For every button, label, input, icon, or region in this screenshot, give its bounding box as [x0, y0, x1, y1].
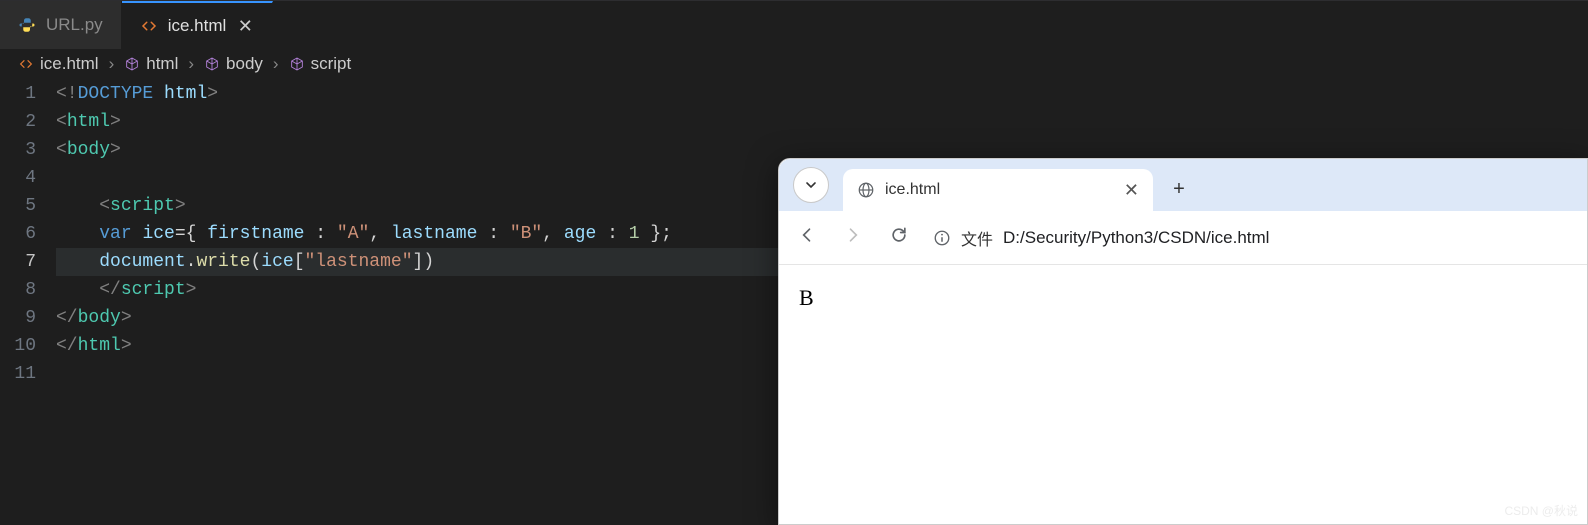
breadcrumb-label: ice.html [40, 54, 99, 74]
page-output: B [799, 285, 814, 310]
browser-viewport: B [779, 265, 1587, 331]
breadcrumb-item[interactable]: body [204, 54, 263, 74]
breadcrumb-label: script [311, 54, 352, 74]
arrow-left-icon [797, 225, 817, 245]
address-bar[interactable]: 文件 D:/Security/Python3/CSDN/ice.html [933, 226, 1571, 250]
editor-tabs: URL.py ice.html ✕ [0, 0, 1588, 48]
symbol-icon [204, 56, 220, 72]
forward-button[interactable] [841, 225, 865, 251]
watermark: CSDN @秋说 [1504, 502, 1578, 519]
address-scheme-label: 文件 [961, 226, 993, 250]
back-button[interactable] [795, 225, 819, 251]
reload-icon [889, 225, 909, 245]
line-number: 3 [0, 136, 36, 164]
code-line[interactable]: <!DOCTYPE html> [56, 80, 1588, 108]
globe-icon [857, 181, 875, 199]
line-number: 7 [0, 248, 36, 276]
arrow-right-icon [843, 225, 863, 245]
breadcrumb-item[interactable]: ice.html [18, 54, 99, 74]
browser-tab[interactable]: ice.html ✕ [843, 169, 1153, 211]
breadcrumb: ice.html › html › body › script [0, 48, 1588, 80]
code-icon [140, 17, 158, 35]
browser-tabstrip: ice.html ✕ + [779, 159, 1587, 211]
line-number: 2 [0, 108, 36, 136]
symbol-icon [124, 56, 140, 72]
browser-window: ice.html ✕ + 文件 D:/Security/Python3/CSDN… [778, 158, 1588, 525]
line-number: 6 [0, 220, 36, 248]
address-path: D:/Security/Python3/CSDN/ice.html [1003, 228, 1269, 248]
editor-tab[interactable]: ice.html ✕ [122, 1, 274, 49]
tab-close-button[interactable]: ✕ [1124, 180, 1139, 201]
line-number: 11 [0, 360, 36, 388]
chevron-right-icon: › [188, 54, 194, 74]
symbol-icon [289, 56, 305, 72]
line-number: 5 [0, 192, 36, 220]
reload-button[interactable] [887, 225, 911, 251]
chevron-down-icon [805, 179, 817, 191]
code-line[interactable]: <html> [56, 108, 1588, 136]
breadcrumb-label: body [226, 54, 263, 74]
breadcrumb-item[interactable]: script [289, 54, 352, 74]
browser-tab-title: ice.html [885, 181, 940, 199]
tab-search-button[interactable] [793, 167, 829, 203]
breadcrumb-label: html [146, 54, 178, 74]
line-number: 9 [0, 304, 36, 332]
line-gutter: 1234567891011 [0, 80, 56, 388]
line-number: 1 [0, 80, 36, 108]
line-number: 8 [0, 276, 36, 304]
python-icon [18, 16, 36, 34]
breadcrumb-item[interactable]: html [124, 54, 178, 74]
chevron-right-icon: › [273, 54, 279, 74]
new-tab-button[interactable]: + [1161, 171, 1197, 207]
browser-toolbar: 文件 D:/Security/Python3/CSDN/ice.html [779, 211, 1587, 265]
tab-label: URL.py [46, 15, 103, 35]
close-icon[interactable]: ✕ [236, 17, 254, 35]
line-number: 4 [0, 164, 36, 192]
info-icon [933, 229, 951, 247]
line-number: 10 [0, 332, 36, 360]
tab-label: ice.html [168, 16, 227, 36]
editor-tab[interactable]: URL.py [0, 1, 122, 49]
code-icon [18, 56, 34, 72]
chevron-right-icon: › [109, 54, 115, 74]
